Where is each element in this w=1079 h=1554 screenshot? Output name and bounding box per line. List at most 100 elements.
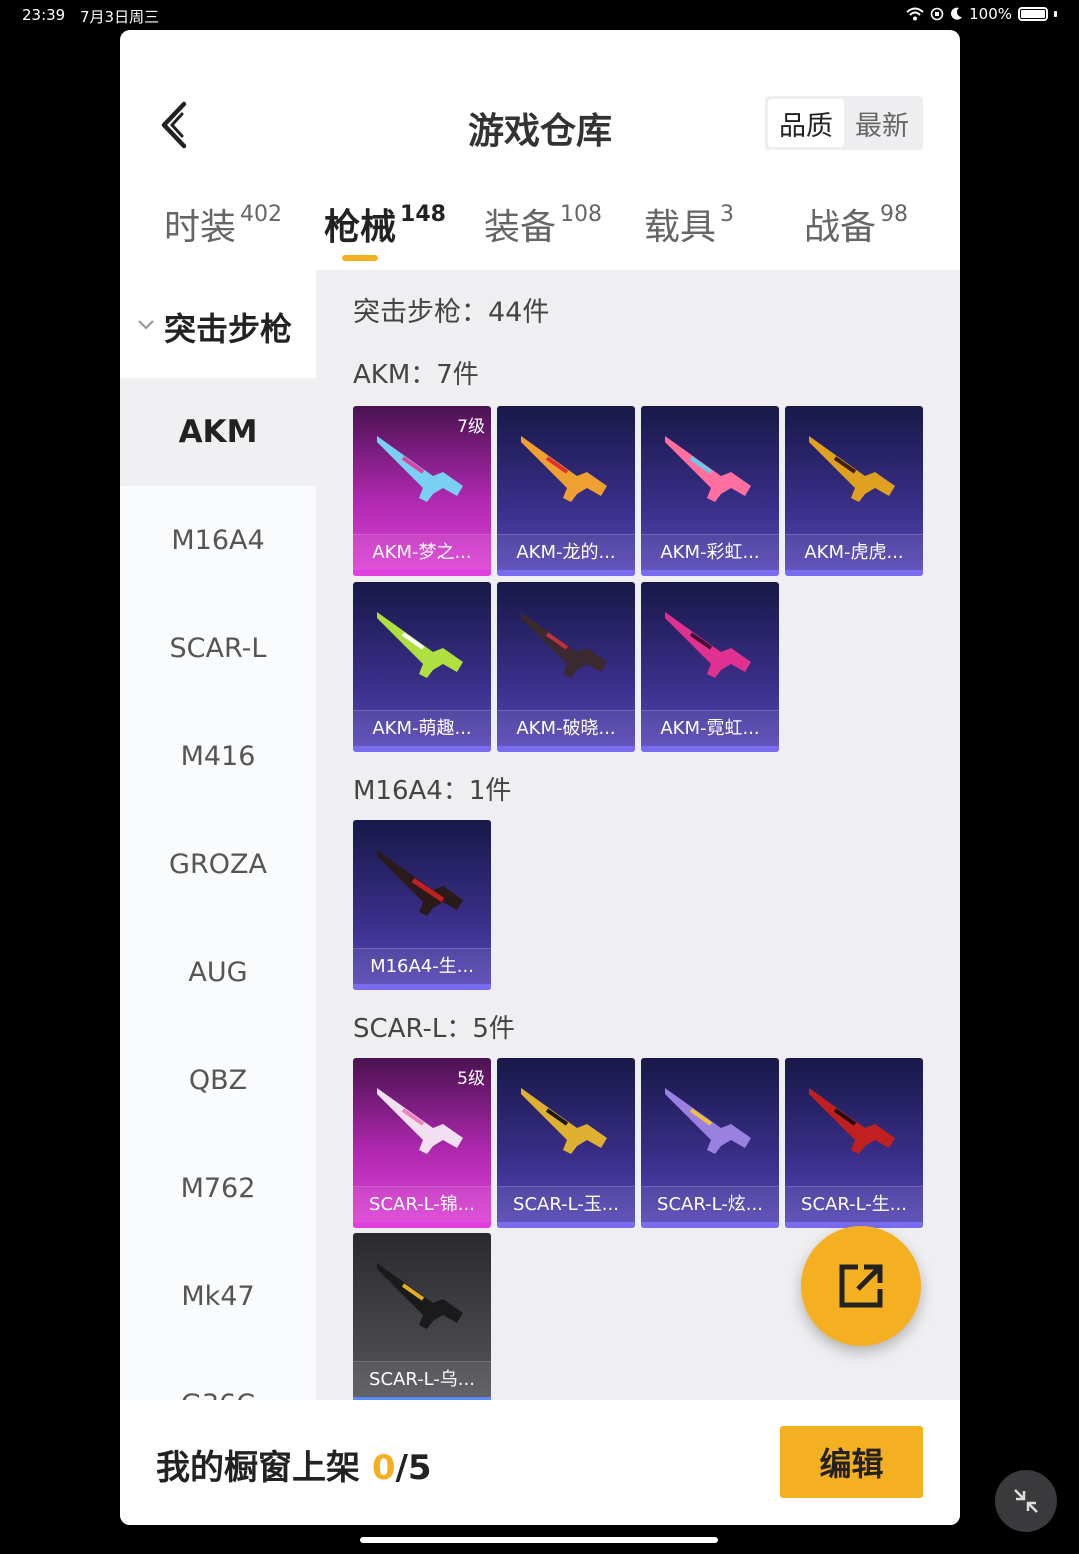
item-card[interactable]: 5级 SCAR-L-锦... bbox=[353, 1058, 491, 1228]
item-card[interactable]: AKM-虎虎... bbox=[785, 406, 923, 576]
tab-count: 98 bbox=[880, 202, 909, 227]
item-grid: 突击步枪：44件 AKM：7件 7级 AKM-梦之... AKM-龙的... A… bbox=[316, 270, 960, 1400]
collapse-icon bbox=[1014, 1489, 1038, 1513]
rifle-icon bbox=[665, 1088, 751, 1154]
rifle-icon bbox=[665, 436, 751, 502]
item-card[interactable]: SCAR-L-乌... bbox=[353, 1233, 491, 1400]
sidebar-item-scar-l[interactable]: SCAR-L bbox=[120, 594, 316, 702]
weapon-sidebar: 突击步枪 AKM M16A4 SCAR-L M416 GROZA AUG QBZ… bbox=[120, 270, 316, 1400]
tab-count: 108 bbox=[560, 202, 603, 227]
edit-button[interactable]: 编辑 bbox=[780, 1426, 923, 1498]
category-tabs: 时装 402 枪械 148 装备 108 载具 3 战备 98 bbox=[120, 190, 960, 270]
tab-label: 时装 bbox=[164, 207, 237, 248]
sidebar-item-g36c[interactable]: G36C bbox=[120, 1350, 316, 1401]
header: 游戏仓库 品质 最新 bbox=[120, 30, 960, 190]
tab-equipment[interactable]: 装备 108 bbox=[484, 198, 602, 250]
sidebar-item-mk47[interactable]: Mk47 bbox=[120, 1242, 316, 1350]
item-card[interactable]: AKM-龙的... bbox=[497, 406, 635, 576]
rifle-icon bbox=[809, 1088, 895, 1154]
sidebar-item-aug[interactable]: AUG bbox=[120, 918, 316, 1026]
sidebar-item-akm[interactable]: AKM bbox=[120, 378, 316, 486]
status-time: 23:39 bbox=[22, 6, 66, 24]
tab-label: 载具 bbox=[644, 207, 717, 248]
sidebar-group-assault-rifles[interactable]: 突击步枪 bbox=[120, 270, 316, 378]
moon-icon bbox=[951, 7, 963, 20]
rifle-icon bbox=[377, 850, 463, 916]
collapse-button[interactable] bbox=[995, 1470, 1057, 1532]
item-name: AKM-虎虎... bbox=[785, 534, 923, 570]
item-card[interactable]: AKM-霓虹... bbox=[641, 582, 779, 752]
rifle-icon bbox=[521, 612, 607, 678]
sidebar-item-m762[interactable]: M762 bbox=[120, 1134, 316, 1242]
share-external-icon bbox=[839, 1264, 883, 1308]
sort-newest-option[interactable]: 最新 bbox=[844, 99, 920, 147]
status-date: 7月3日周三 bbox=[80, 8, 160, 26]
battery-icon bbox=[1018, 7, 1048, 21]
tab-count: 3 bbox=[720, 202, 735, 227]
orientation-lock-icon bbox=[930, 7, 944, 21]
sort-toggle: 品质 最新 bbox=[765, 96, 923, 150]
battery-percent: 100% bbox=[969, 5, 1012, 23]
section-title-scar-l: SCAR-L：5件 bbox=[353, 1014, 515, 1044]
home-indicator[interactable] bbox=[360, 1537, 718, 1543]
item-name: AKM-霓虹... bbox=[641, 710, 779, 746]
item-name: SCAR-L-生... bbox=[785, 1186, 923, 1222]
rifle-icon bbox=[377, 436, 463, 502]
tab-label: 枪械 bbox=[324, 207, 397, 248]
section-title-akm: AKM：7件 bbox=[353, 360, 479, 390]
item-name: AKM-破晓... bbox=[497, 710, 635, 746]
chevron-down-icon bbox=[138, 320, 154, 330]
item-name: SCAR-L-乌... bbox=[353, 1361, 491, 1397]
battery-cap bbox=[1054, 11, 1057, 17]
sidebar-item-m16a4[interactable]: M16A4 bbox=[120, 486, 316, 594]
item-name: AKM-萌趣... bbox=[353, 710, 491, 746]
tab-count: 402 bbox=[240, 202, 283, 227]
tab-count: 148 bbox=[400, 202, 446, 227]
rifle-icon bbox=[377, 1263, 463, 1329]
rifle-icon bbox=[665, 612, 751, 678]
tab-label: 装备 bbox=[484, 207, 557, 248]
sidebar-item-groza[interactable]: GROZA bbox=[120, 810, 316, 918]
rifle-icon bbox=[809, 436, 895, 502]
rifle-icon bbox=[521, 436, 607, 502]
shelf-current-count: 0 bbox=[371, 1448, 396, 1488]
rifle-icon bbox=[377, 612, 463, 678]
section-title-m16a4: M16A4：1件 bbox=[353, 776, 512, 806]
status-bar: 23:39 7月3日周三 100% bbox=[0, 0, 1079, 30]
tab-costume[interactable]: 时装 402 bbox=[164, 198, 282, 250]
tab-label: 战备 bbox=[804, 207, 877, 248]
item-card[interactable]: 7级 AKM-梦之... bbox=[353, 406, 491, 576]
sidebar-item-m416[interactable]: M416 bbox=[120, 702, 316, 810]
tab-guns[interactable]: 枪械 148 bbox=[324, 198, 446, 250]
category-count-title: 突击步枪：44件 bbox=[353, 297, 550, 328]
item-card[interactable]: AKM-破晓... bbox=[497, 582, 635, 752]
item-card[interactable]: M16A4-生... bbox=[353, 820, 491, 990]
item-name: AKM-彩虹... bbox=[641, 534, 779, 570]
rifle-icon bbox=[377, 1088, 463, 1154]
item-card[interactable]: SCAR-L-炫... bbox=[641, 1058, 779, 1228]
active-tab-indicator bbox=[342, 255, 378, 261]
tab-vehicles[interactable]: 载具 3 bbox=[644, 198, 734, 250]
shelf-total: /5 bbox=[395, 1448, 432, 1488]
item-name: M16A4-生... bbox=[353, 948, 491, 984]
sidebar-group-label: 突击步枪 bbox=[164, 310, 293, 348]
item-name: AKM-梦之... bbox=[353, 534, 491, 570]
item-card[interactable]: AKM-萌趣... bbox=[353, 582, 491, 752]
tab-supplies[interactable]: 战备 98 bbox=[804, 198, 908, 250]
footer-bar: 我的橱窗上架 0/5 编辑 bbox=[120, 1400, 960, 1525]
shelf-label-text: 我的橱窗上架 bbox=[156, 1448, 372, 1488]
item-name: SCAR-L-炫... bbox=[641, 1186, 779, 1222]
item-name: SCAR-L-锦... bbox=[353, 1186, 491, 1222]
share-button[interactable] bbox=[801, 1226, 921, 1346]
item-name: SCAR-L-玉... bbox=[497, 1186, 635, 1222]
item-card[interactable]: AKM-彩虹... bbox=[641, 406, 779, 576]
sidebar-item-qbz[interactable]: QBZ bbox=[120, 1026, 316, 1134]
showcase-shelf-label: 我的橱窗上架 0/5 bbox=[156, 1440, 432, 1489]
item-card[interactable]: SCAR-L-生... bbox=[785, 1058, 923, 1228]
item-card[interactable]: SCAR-L-玉... bbox=[497, 1058, 635, 1228]
sort-quality-option[interactable]: 品质 bbox=[768, 99, 844, 147]
warehouse-sheet: 游戏仓库 品质 最新 时装 402 枪械 148 装备 108 载具 3 战备 98 突击… bbox=[120, 30, 960, 1525]
rifle-icon bbox=[521, 1088, 607, 1154]
item-name: AKM-龙的... bbox=[497, 534, 635, 570]
status-right: 100% bbox=[906, 5, 1057, 23]
